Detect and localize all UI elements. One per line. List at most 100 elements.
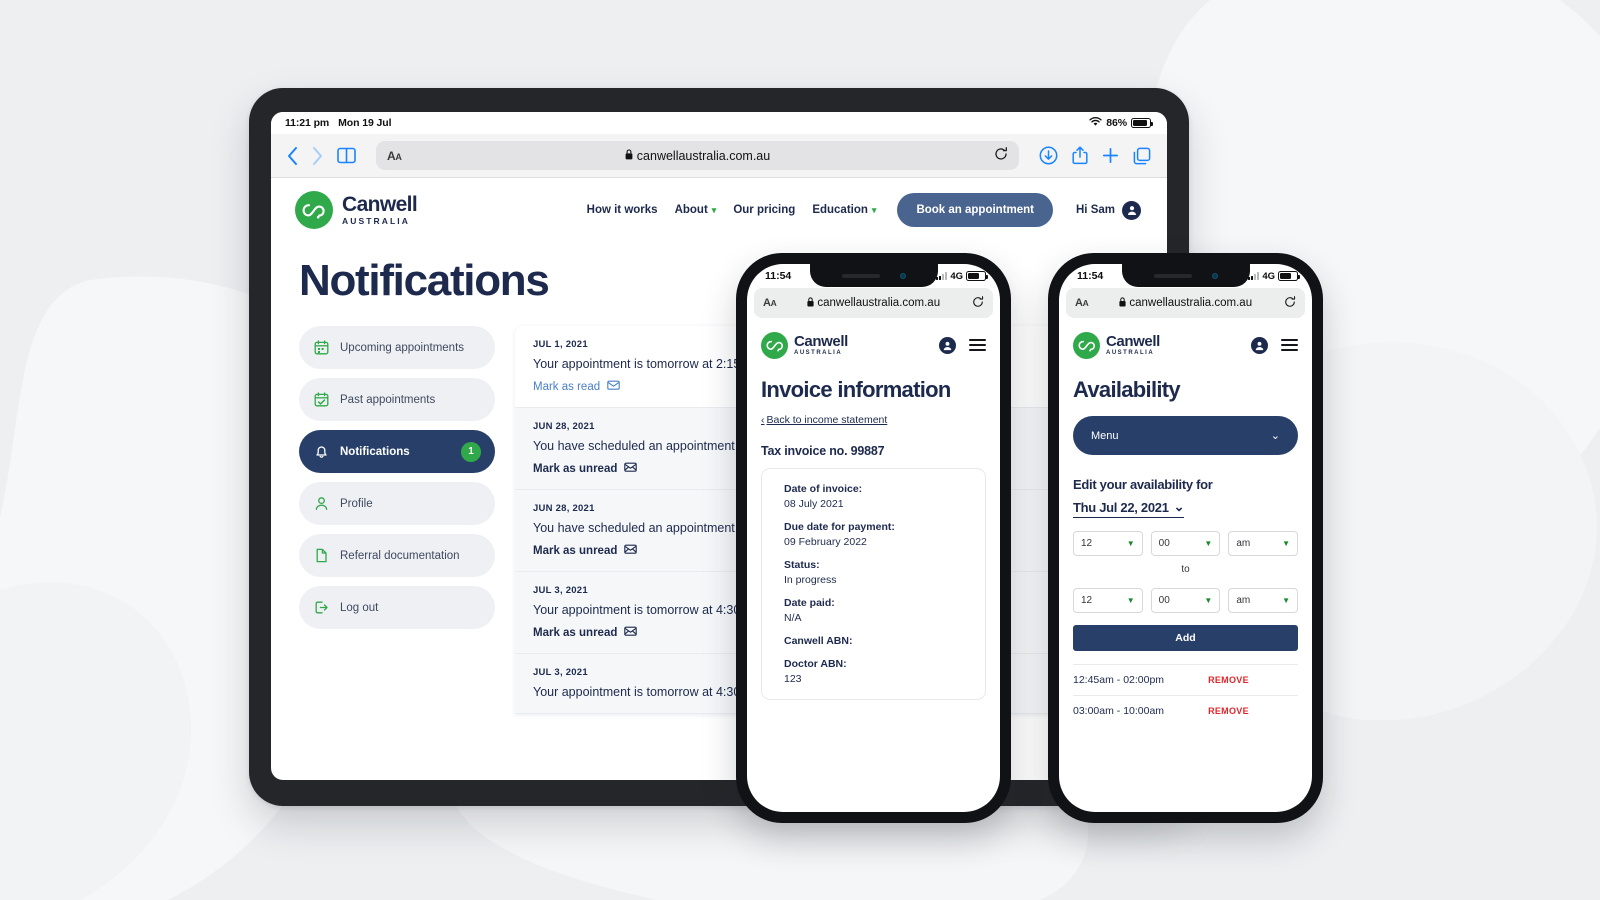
ipad-status-bar: 11:21 pm Mon 19 Jul 86%	[271, 112, 1167, 134]
hamburger-menu-icon[interactable]	[1281, 338, 1298, 352]
back-icon[interactable]	[287, 146, 298, 165]
nav-item-our-pricing[interactable]: Our pricing	[733, 204, 795, 216]
plus-icon[interactable]	[1102, 147, 1119, 164]
iphone-url-bar[interactable]: AA canwellaustralia.com.au	[754, 288, 993, 318]
remove-slot-button[interactable]: REMOVE	[1208, 706, 1249, 716]
mark-action-label: Mark as read	[533, 380, 601, 393]
battery-icon	[1278, 271, 1300, 281]
end-minute-value: 00	[1158, 595, 1170, 606]
iphone-notch	[1121, 264, 1250, 287]
canwell-infinity-logo-icon	[1073, 331, 1100, 359]
invoice-field-label: Canwell ABN:	[784, 635, 853, 647]
nav-item-about[interactable]: About ▾	[675, 204, 717, 216]
sidebar-item-log-out[interactable]: Log out	[299, 586, 495, 629]
end-meridiem-select[interactable]: am ▼	[1228, 588, 1299, 613]
mark-action-label: Mark as unread	[533, 544, 618, 557]
sidebar-item-label: Profile	[340, 497, 373, 510]
invoice-page-title: Invoice information	[761, 377, 951, 402]
chevron-down-icon: ▼	[1282, 539, 1291, 548]
menu-dropdown-button[interactable]: Menu ⌄	[1073, 416, 1298, 455]
user-greeting[interactable]: Hi Sam	[1076, 200, 1141, 220]
chevron-down-icon: ▾	[871, 204, 877, 215]
invoice-field: Canwell ABN:	[784, 635, 975, 647]
sidebar-nav: Upcoming appointments Past appointments	[299, 326, 495, 714]
to-separator-label: to	[1181, 564, 1190, 575]
ipad-status-date: Mon 19 Jul	[338, 117, 392, 129]
chevron-down-icon: ⌄	[1270, 430, 1280, 442]
start-hour-select[interactable]: 12 ▼	[1073, 531, 1143, 556]
iphone-site-header: Canwell AUSTRALIA	[747, 323, 1000, 367]
signal-bars-icon	[935, 272, 948, 280]
iphone-url-bar[interactable]: AA canwellaustralia.com.au	[1066, 288, 1305, 318]
sidebar-item-notifications[interactable]: Notifications 1	[299, 430, 495, 473]
lock-icon	[807, 296, 814, 310]
sidebar-item-referral-documentation[interactable]: Referral documentation	[299, 534, 495, 577]
account-circle-icon[interactable]	[939, 336, 956, 354]
envelope-icon	[624, 626, 638, 639]
account-circle-icon[interactable]	[1251, 336, 1268, 354]
user-icon	[313, 496, 329, 512]
sidebar-item-label: Notifications	[340, 445, 410, 458]
ipad-url-bar[interactable]: AA canwellaustralia.com.au	[376, 141, 1019, 170]
share-icon[interactable]	[1072, 146, 1088, 165]
sidebar-item-past-appointments[interactable]: Past appointments	[299, 378, 495, 421]
notification-badge: 1	[461, 441, 481, 462]
invoice-field-value: N/A	[784, 612, 802, 624]
network-type-label: 4G	[1262, 270, 1275, 282]
brand-logo[interactable]: Canwell AUSTRALIA	[761, 331, 848, 359]
nav-item-education[interactable]: Education ▾	[812, 204, 876, 216]
sidebar-item-label: Upcoming appointments	[340, 341, 465, 354]
earpiece-speaker	[841, 273, 880, 278]
content-columns: Upcoming appointments Past appointments	[271, 326, 1167, 714]
end-hour-select[interactable]: 12 ▼	[1073, 588, 1143, 613]
signal-bars-icon	[1247, 272, 1260, 280]
ipad-url-text: canwellaustralia.com.au	[636, 148, 771, 163]
iphone-url-text: canwellaustralia.com.au	[817, 297, 941, 309]
battery-icon	[1131, 118, 1153, 128]
availability-page-title: Availability	[1073, 377, 1181, 402]
brand-logo[interactable]: Canwell AUSTRALIA	[1073, 331, 1160, 359]
sidebar-item-upcoming-appointments[interactable]: Upcoming appointments	[299, 326, 495, 369]
front-camera-icon	[1211, 272, 1218, 279]
book-appointment-button[interactable]: Book an appointment	[897, 193, 1053, 227]
mockup-stage: 11:21 pm Mon 19 Jul 86% AA canwellaustra…	[0, 0, 1600, 900]
earpiece-speaker	[1153, 273, 1192, 278]
page-body: Notifications Upcoming appointments Past…	[271, 242, 1167, 714]
brand-subtitle: AUSTRALIA	[1106, 350, 1155, 357]
lock-icon	[1119, 296, 1126, 310]
brand-name: Canwell	[794, 332, 848, 350]
download-icon[interactable]	[1039, 146, 1058, 165]
nav-label: About	[674, 204, 708, 216]
chevron-down-icon: ▾	[711, 204, 717, 215]
invoice-field-label: Status:	[784, 559, 820, 571]
add-availability-button[interactable]: Add	[1073, 625, 1298, 651]
back-to-income-statement-link[interactable]: ‹ Back to income statement	[761, 414, 887, 426]
battery-icon	[966, 271, 988, 281]
start-minute-select[interactable]: 00 ▼	[1150, 531, 1221, 556]
tabs-icon[interactable]	[1133, 147, 1151, 165]
invoice-field: Due date for payment: 09 February 2022	[784, 521, 975, 548]
iphone-site-header: Canwell AUSTRALIA	[1059, 323, 1312, 367]
ipad-screen: 11:21 pm Mon 19 Jul 86% AA canwellaustra…	[271, 112, 1167, 780]
nav-item-how-it-works[interactable]: How it works	[587, 204, 658, 216]
availability-date-picker[interactable]: Thu Jul 22, 2021 ⌄	[1073, 499, 1185, 518]
brand-logo[interactable]: Canwell AUSTRALIA	[295, 191, 418, 229]
greeting-text: Hi Sam	[1076, 204, 1115, 216]
tax-invoice-number: Tax invoice no. 99887	[761, 444, 885, 458]
start-meridiem-select[interactable]: am ▼	[1228, 531, 1299, 556]
book-icon[interactable]	[337, 147, 356, 164]
invoice-field-value: 09 February 2022	[784, 536, 867, 548]
remove-slot-button[interactable]: REMOVE	[1208, 675, 1249, 685]
ipad-safari-toolbar: AA canwellaustralia.com.au	[271, 134, 1167, 178]
sidebar-item-profile[interactable]: Profile	[299, 482, 495, 525]
chevron-down-icon: ▼	[1204, 596, 1213, 605]
account-circle-icon[interactable]	[1122, 200, 1141, 220]
iphone-status-time: 11:54	[765, 270, 792, 282]
site-header: Canwell AUSTRALIA How it works About ▾ O…	[271, 178, 1167, 242]
hamburger-menu-icon[interactable]	[969, 338, 986, 352]
invoice-field-value: 08 July 2021	[784, 498, 844, 510]
end-minute-select[interactable]: 00 ▼	[1150, 588, 1221, 613]
end-meridiem-value: am	[1236, 595, 1251, 606]
forward-icon[interactable]	[312, 146, 323, 165]
end-time-row: 12 ▼ 00 ▼ am ▼	[1073, 588, 1299, 613]
